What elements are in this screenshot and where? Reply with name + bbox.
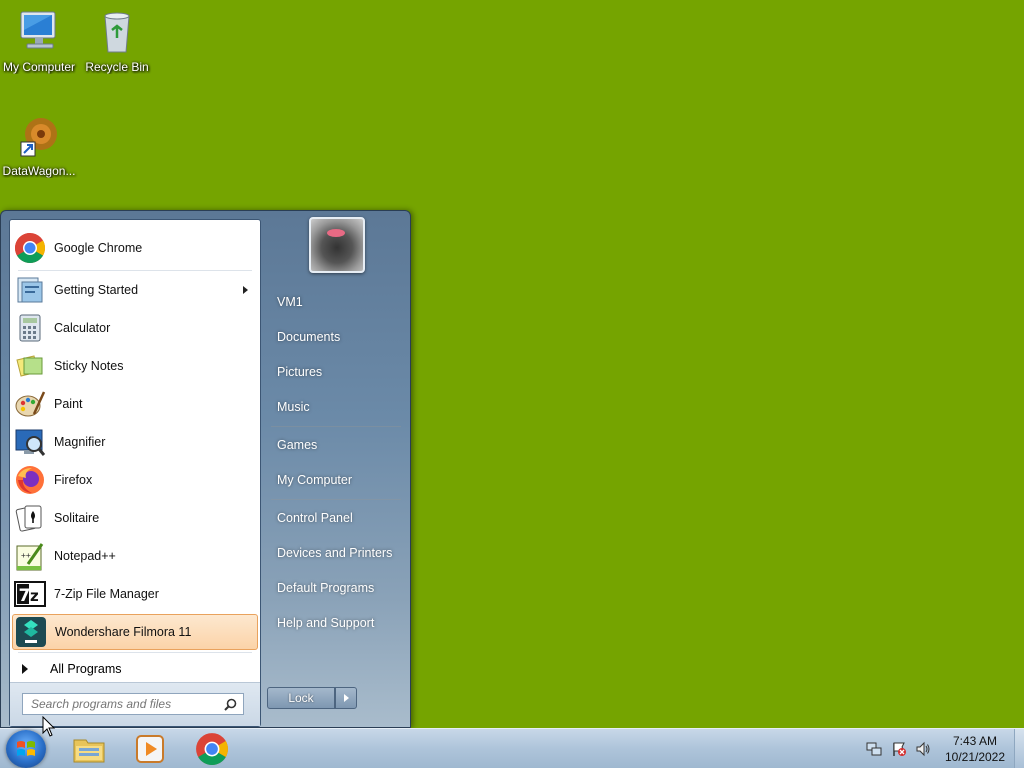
computer-icon [15, 8, 63, 56]
program-wondershare-filmora[interactable]: Wondershare Filmora 11 [12, 614, 258, 650]
expand-arrow-icon [22, 664, 28, 674]
program-label: Getting Started [54, 283, 139, 297]
svg-text:z: z [30, 587, 39, 605]
taskbar: 7:43 AM 10/21/2022 [0, 728, 1024, 768]
taskbar-windows-explorer[interactable] [72, 732, 106, 766]
desktop-icon-label: My Computer [2, 60, 76, 74]
shutdown-options-arrow-button[interactable] [335, 687, 357, 709]
desktop-icon-datawagon[interactable]: DataWagon... [0, 112, 78, 178]
link-control-panel[interactable]: Control Panel [269, 504, 404, 532]
program-label: Firefox [54, 473, 93, 487]
link-documents[interactable]: Documents [269, 323, 404, 351]
svg-text:++: ++ [21, 551, 31, 560]
calculator-icon [14, 312, 46, 344]
svg-text:7: 7 [19, 586, 31, 606]
program-label: Google Chrome [54, 241, 143, 255]
program-paint[interactable]: Paint [12, 386, 258, 422]
program-label: Calculator [54, 321, 111, 335]
desktop-icon-my-computer[interactable]: My Computer [0, 8, 78, 74]
paint-icon [14, 388, 46, 420]
link-games[interactable]: Games [269, 431, 404, 459]
separator [18, 270, 252, 271]
clock-date: 10/21/2022 [944, 750, 1006, 764]
search-box [22, 693, 244, 715]
program-label: 7-Zip File Manager [54, 587, 159, 601]
program-label: Sticky Notes [54, 359, 124, 373]
link-my-computer[interactable]: My Computer [269, 466, 404, 494]
search-input[interactable] [23, 694, 213, 714]
firefox-icon [14, 464, 46, 496]
user-picture[interactable] [309, 217, 365, 273]
program-notepadpp[interactable]: ++ Notepad++ [12, 538, 258, 574]
separator [271, 499, 401, 500]
datawagon-shortcut-icon [15, 112, 63, 160]
volume-icon[interactable] [915, 741, 931, 757]
program-label: Magnifier [54, 435, 106, 449]
start-button[interactable] [6, 730, 46, 768]
chrome-icon [196, 733, 228, 765]
program-solitaire[interactable]: Solitaire [12, 500, 258, 536]
media-player-icon [136, 735, 164, 763]
lock-button[interactable]: Lock [267, 687, 335, 709]
clock-time: 7:43 AM [952, 734, 998, 748]
taskbar-clock[interactable]: 7:43 AM 10/21/2022 [940, 733, 1010, 765]
action-center-flag-icon[interactable] [891, 741, 907, 757]
sticky-notes-icon [14, 350, 46, 382]
show-desktop-button[interactable] [1014, 729, 1024, 768]
windows-logo-icon [17, 741, 35, 756]
program-getting-started[interactable]: Getting Started [12, 272, 258, 308]
windows-explorer-icon [73, 739, 105, 763]
search-icon[interactable] [224, 698, 237, 711]
link-music[interactable]: Music [269, 393, 404, 421]
program-google-chrome[interactable]: Google Chrome [12, 230, 258, 266]
program-7zip[interactable]: 7 z 7-Zip File Manager [12, 576, 258, 612]
program-label: Notepad++ [54, 549, 116, 563]
desktop-icon-label: DataWagon... [2, 164, 76, 178]
program-label: Solitaire [54, 511, 100, 525]
program-firefox[interactable]: Firefox [12, 462, 258, 498]
link-default-programs[interactable]: Default Programs [269, 574, 404, 602]
all-programs-button[interactable]: All Programs [12, 656, 258, 682]
submenu-arrow-icon [243, 286, 248, 294]
solitaire-icon [14, 502, 46, 534]
network-icon[interactable] [866, 741, 882, 757]
separator [271, 426, 401, 427]
start-menu-programs-pane: Google Chrome Getting Started Calculator… [9, 219, 261, 727]
taskbar-media-player[interactable] [133, 732, 167, 766]
desktop-icon-label: Recycle Bin [85, 60, 149, 74]
all-programs-label: All Programs [50, 662, 122, 676]
notepadpp-icon: ++ [14, 540, 46, 572]
magnifier-icon [14, 426, 46, 458]
filmora-icon [15, 616, 47, 648]
program-magnifier[interactable]: Magnifier [12, 424, 258, 460]
7zip-icon: 7 z [14, 578, 46, 610]
getting-started-icon [14, 274, 46, 306]
desktop-icon-recycle-bin[interactable]: Recycle Bin [78, 8, 156, 74]
separator [18, 652, 252, 653]
program-calculator[interactable]: Calculator [12, 310, 258, 346]
taskbar-chrome[interactable] [195, 732, 229, 766]
link-user[interactable]: VM1 [269, 288, 404, 316]
chrome-icon [14, 232, 46, 264]
program-label: Paint [54, 397, 83, 411]
recycle-bin-icon [93, 8, 141, 56]
program-sticky-notes[interactable]: Sticky Notes [12, 348, 258, 384]
link-devices-printers[interactable]: Devices and Printers [269, 539, 404, 567]
link-help-support[interactable]: Help and Support [269, 609, 404, 637]
start-menu: Google Chrome Getting Started Calculator… [0, 210, 411, 728]
mouse-cursor-icon [42, 716, 56, 737]
link-pictures[interactable]: Pictures [269, 358, 404, 386]
program-label: Wondershare Filmora 11 [55, 625, 192, 639]
